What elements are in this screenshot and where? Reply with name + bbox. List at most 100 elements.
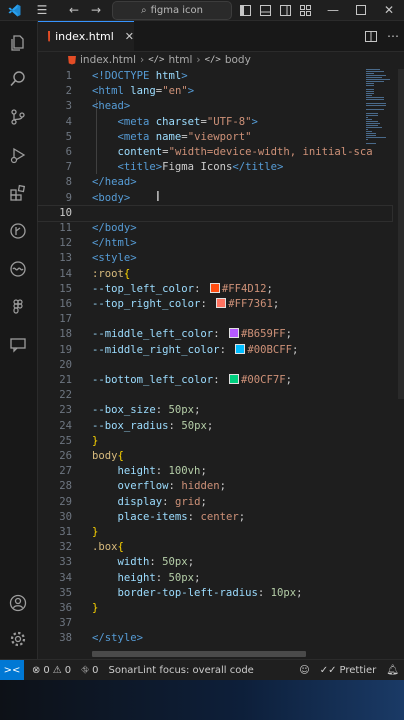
code-editor[interactable]: I 1 <!DOCTYPE html> 2 <html lang="en"> 3 <hea…: [37, 69, 393, 650]
line-number: 33: [59, 556, 72, 569]
toggle-panel-icon[interactable]: [258, 2, 272, 18]
code-line[interactable]: 15 --top_left_color: #FF4D12;: [38, 282, 392, 297]
code-line[interactable]: 21 --bottom_left_color: #00CF7F;: [38, 373, 392, 388]
maximize-icon[interactable]: [354, 2, 368, 18]
code-text: height: 100vh;: [92, 464, 207, 479]
code-text: width: 50px;: [92, 555, 195, 570]
code-line[interactable]: 16 --top_right_color: #FF7361;: [38, 297, 392, 312]
more-actions-icon[interactable]: ⋯: [386, 28, 400, 44]
code-line[interactable]: 25}: [38, 434, 392, 449]
split-editor-icon[interactable]: [364, 28, 378, 44]
prettier-status[interactable]: ✓✓ Prettier: [315, 665, 382, 676]
vertical-scrollbar[interactable]: [398, 69, 404, 399]
code-line[interactable]: 1 <!DOCTYPE html>: [38, 69, 392, 84]
problems-indicator[interactable]: ⊗ 0 ⚠ 0: [24, 665, 76, 676]
minimap[interactable]: [364, 69, 392, 149]
code-line[interactable]: 9 <body>: [38, 191, 392, 206]
tab-index-html[interactable]: index.html ✕: [38, 21, 134, 51]
code-line[interactable]: 14:root{: [38, 267, 392, 282]
search-icon[interactable]: [6, 67, 30, 91]
code-line[interactable]: 29 display: grid;: [38, 495, 392, 510]
code-line[interactable]: 36}: [38, 601, 392, 616]
code-line[interactable]: 23 --box_size: 50px;: [38, 403, 392, 418]
minimap-line: [366, 113, 378, 114]
code-line[interactable]: 13 <style>: [38, 251, 392, 266]
code-line[interactable]: 7 <title>Figma Icons</title>: [38, 160, 392, 175]
element-tag-icon: </>: [148, 55, 165, 65]
code-line[interactable]: 11 </body>: [38, 221, 392, 236]
live-share-icon[interactable]: [6, 257, 30, 281]
code-line[interactable]: 37: [38, 616, 392, 631]
color-swatch[interactable]: [228, 328, 239, 339]
code-line[interactable]: 35 border-top-left-radius: 10px;: [38, 586, 392, 601]
color-swatch[interactable]: [209, 282, 220, 293]
menu-icon[interactable]: ☰: [34, 2, 50, 18]
code-line[interactable]: 17: [38, 312, 392, 327]
ports-indicator[interactable]: ⛗ 0: [76, 665, 103, 676]
code-line[interactable]: 24 --box_radius: 50px;: [38, 419, 392, 434]
code-line[interactable]: 22: [38, 388, 392, 403]
code-token: --bottom_left_color: [92, 374, 214, 386]
toggle-secondary-sidebar-icon[interactable]: [278, 2, 292, 18]
customize-layout-icon[interactable]: [298, 2, 312, 18]
code-line[interactable]: 27 height: 100vh;: [38, 464, 392, 479]
minimap-line: [366, 71, 384, 72]
run-debug-icon[interactable]: [6, 143, 30, 167]
toggle-sidebar-icon[interactable]: [238, 2, 252, 18]
color-swatch[interactable]: [235, 343, 246, 354]
sonarlint-label: SonarLint focus: overall code: [108, 664, 254, 676]
code-line[interactable]: 3 <head>: [38, 99, 392, 114]
minimap-line: [366, 119, 372, 120]
gitlens-icon[interactable]: [6, 219, 30, 243]
code-line[interactable]: 5 <meta name="viewport": [38, 130, 392, 145]
code-line[interactable]: 6 content="width=device-width, initial-s…: [38, 145, 392, 160]
explorer-icon[interactable]: [6, 31, 30, 55]
code-line[interactable]: 20: [38, 358, 392, 373]
line-number: 5: [65, 130, 72, 143]
color-swatch[interactable]: [228, 374, 239, 384]
code-line[interactable]: 34 height: 50px;: [38, 571, 392, 586]
code-token: #FF7361: [228, 298, 273, 310]
code-line[interactable]: 31}: [38, 525, 392, 540]
back-arrow-icon[interactable]: ←: [66, 2, 82, 18]
code-token: ;: [194, 571, 201, 584]
title-bar: ☰ ← → ⌕ figma icon — ✕: [0, 0, 404, 21]
extensions-icon[interactable]: [6, 181, 30, 205]
figma-icon[interactable]: [6, 295, 30, 319]
notifications-bell[interactable]: 🔔︎: [381, 665, 404, 676]
code-line[interactable]: 30 place-items: center;: [38, 510, 392, 525]
settings-gear-icon[interactable]: [6, 627, 30, 651]
bell-icon: 🔔︎: [386, 664, 399, 676]
code-line[interactable]: 28 overflow: hidden;: [38, 479, 392, 494]
breadcrumb-item-body[interactable]: body: [225, 54, 251, 66]
sonarlint-status[interactable]: SonarLint focus: overall code: [103, 665, 258, 676]
forward-arrow-icon[interactable]: →: [88, 2, 104, 18]
code-token: >: [181, 70, 188, 82]
code-line[interactable]: 12 </html>: [38, 236, 392, 251]
code-line[interactable]: 19 --middle_right_color: #00BCFF;: [38, 343, 392, 358]
source-control-icon[interactable]: [6, 105, 30, 129]
code-line[interactable]: 18 --middle_left_color: #B659FF;: [38, 327, 392, 342]
code-line[interactable]: 32 .box{: [38, 540, 392, 555]
code-line[interactable]: 10: [37, 204, 393, 222]
minimap-line: [366, 103, 386, 104]
code-line[interactable]: 38 </style>: [38, 631, 392, 646]
horizontal-scrollbar[interactable]: [92, 651, 306, 657]
breadcrumb-file[interactable]: index.html: [80, 54, 136, 66]
close-window-icon[interactable]: ✕: [382, 2, 396, 18]
minimize-icon[interactable]: —: [326, 2, 340, 18]
code-line[interactable]: 33 width: 50px;: [38, 555, 392, 570]
color-swatch[interactable]: [216, 298, 227, 308]
code-line[interactable]: 26 body{: [38, 449, 392, 464]
code-line[interactable]: 2 <html lang="en">: [38, 84, 392, 99]
code-token: <body>: [92, 191, 131, 204]
copilot-status[interactable]: ☺: [294, 665, 314, 676]
remote-window-icon[interactable]: ><: [0, 660, 24, 680]
tab-close-icon[interactable]: ✕: [125, 30, 134, 43]
comments-icon[interactable]: [6, 333, 30, 357]
code-line[interactable]: 4 <meta charset="UTF-8">: [38, 115, 392, 130]
code-line[interactable]: 8 </head>: [38, 175, 392, 190]
account-icon[interactable]: [6, 591, 30, 615]
command-center-search[interactable]: ⌕ figma icon: [112, 1, 232, 20]
breadcrumb-item-html[interactable]: html: [168, 54, 192, 66]
